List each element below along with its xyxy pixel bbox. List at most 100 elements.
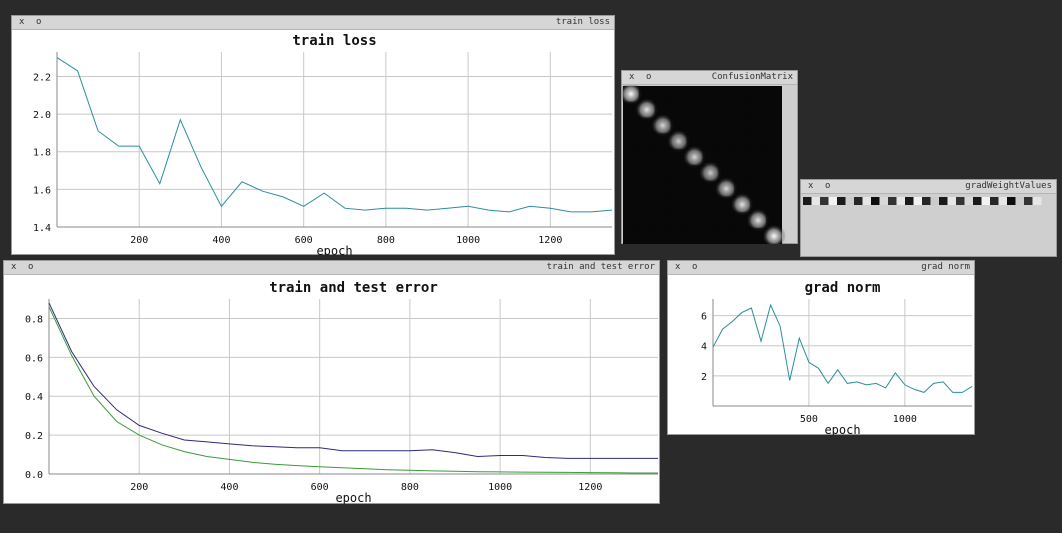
heatmap-cell — [638, 149, 655, 165]
heatmap-cell — [654, 149, 671, 165]
weight-stripe — [896, 197, 906, 205]
y-tick-label: 4 — [701, 342, 707, 353]
options-button[interactable]: o — [825, 180, 830, 193]
chart-title: train and test error — [269, 280, 438, 296]
heatmap-cell — [702, 101, 719, 118]
heatmap-cell — [623, 212, 639, 229]
weight-stripe — [998, 197, 1008, 205]
heatmap-cell — [766, 101, 782, 118]
window-titlebar[interactable]: x o ConfusionMatrix — [622, 71, 797, 85]
close-button[interactable]: x — [629, 71, 634, 84]
weight-stripe — [845, 197, 855, 205]
series-line-0 — [712, 303, 973, 393]
close-button[interactable]: x — [808, 180, 813, 193]
window-titlebar[interactable]: x o gradWeightValues — [801, 180, 1056, 194]
weight-stripe — [854, 197, 863, 205]
window-titlebar[interactable]: x o grad norm — [668, 261, 974, 275]
x-tick-label: 600 — [295, 235, 313, 246]
weight-stripe — [837, 197, 846, 205]
heatmap-cell — [734, 101, 751, 118]
weight-stripe — [981, 197, 991, 205]
y-tick-label: 1.6 — [33, 185, 51, 196]
train-loss-chart: 200 400 600 800 1000 1200 1.4 1.6 1.8 2.0 2.2 train… — [33, 33, 613, 255]
confusion-matrix-heatmap — [622, 85, 786, 244]
close-button[interactable]: x — [19, 16, 24, 29]
heatmap-cell — [718, 101, 735, 118]
y-tick-label: 6 — [701, 312, 707, 323]
heatmap-cell — [750, 133, 767, 150]
heatmap-cell — [686, 180, 703, 197]
heatmap-cell — [670, 196, 687, 213]
heatmap-cell — [718, 117, 735, 134]
weight-stripe — [871, 197, 880, 205]
weight-stripe — [1015, 197, 1025, 205]
weight-stripe — [939, 197, 948, 205]
x-tick-label: 800 — [377, 235, 395, 246]
x-axis-label: epoch — [824, 423, 860, 435]
options-button[interactable]: o — [646, 71, 651, 84]
weight-stripe — [862, 197, 872, 205]
x-tick-label: 1000 — [488, 482, 512, 493]
heatmap-cell — [718, 133, 735, 150]
heatmap-cell — [734, 133, 751, 150]
options-button[interactable]: o — [692, 261, 697, 274]
heatmap-cell — [702, 86, 719, 102]
x-axis-label: epoch — [316, 244, 352, 255]
weight-stripe — [913, 197, 923, 205]
weight-stripe — [888, 197, 897, 205]
heatmap-cell — [638, 180, 655, 197]
confusion-matrix-window: x o ConfusionMatrix — [621, 70, 798, 244]
y-tick-label: 0.0 — [25, 470, 43, 481]
weight-stripe — [922, 197, 931, 205]
y-tick-label: 2.2 — [33, 72, 51, 83]
options-button[interactable]: o — [36, 16, 41, 29]
weight-stripe — [930, 197, 940, 205]
series-line-1 — [48, 306, 658, 474]
weight-stripe — [879, 197, 889, 205]
heatmap-cell — [654, 180, 671, 197]
x-tick-label: 800 — [401, 482, 419, 493]
grad-norm-window: x o grad norm 500 1000 2 4 6 grad norm epoch — [667, 260, 975, 435]
x-tick-label: 1000 — [456, 235, 480, 246]
window-titlebar[interactable]: x o train and test error — [4, 261, 659, 275]
heatmap-cell-diagonal — [762, 224, 786, 244]
close-button[interactable]: x — [675, 261, 680, 274]
window-titlebar[interactable]: x o train loss — [12, 16, 614, 30]
window-title: ConfusionMatrix — [711, 72, 793, 82]
y-tick-label: 2.0 — [33, 110, 51, 121]
x-tick-label: 200 — [130, 482, 148, 493]
weight-stripe — [990, 197, 999, 205]
heatmap-cell — [750, 149, 767, 165]
heatmap-cell — [702, 196, 719, 213]
chart-title: train loss — [292, 33, 376, 49]
close-button[interactable]: x — [11, 261, 16, 274]
heatmap-cell — [654, 165, 671, 181]
heatmap-cell — [750, 165, 767, 181]
x-tick-label: 600 — [311, 482, 329, 493]
y-tick-label: 0.6 — [25, 353, 43, 364]
x-tick-label: 400 — [212, 235, 230, 246]
heatmap-cell — [718, 228, 735, 244]
weight-stripe — [905, 197, 914, 205]
y-tick-label: 0.4 — [25, 392, 43, 403]
weight-stripe — [803, 197, 812, 205]
heatmap-cell — [734, 228, 751, 244]
y-tick-label: 0.2 — [25, 431, 43, 442]
heatmap-cell — [670, 86, 687, 102]
heatmap-cell — [750, 117, 767, 134]
options-button[interactable]: o — [28, 261, 33, 274]
weight-stripe — [1007, 197, 1016, 205]
x-tick-label: 500 — [800, 414, 818, 425]
y-tick-label: 1.8 — [33, 148, 51, 159]
heatmap-cell — [750, 86, 767, 102]
weight-stripe — [1024, 197, 1033, 205]
heatmap-cell — [638, 228, 655, 244]
heatmap-cell — [702, 212, 719, 229]
heatmap-cell — [766, 180, 782, 197]
heatmap-cell — [654, 196, 671, 213]
window-title: grad norm — [921, 262, 970, 272]
heatmap-cell — [670, 165, 687, 181]
heatmap-cell — [623, 133, 639, 150]
heatmap-cell — [670, 212, 687, 229]
heatmap-cell — [686, 101, 703, 118]
